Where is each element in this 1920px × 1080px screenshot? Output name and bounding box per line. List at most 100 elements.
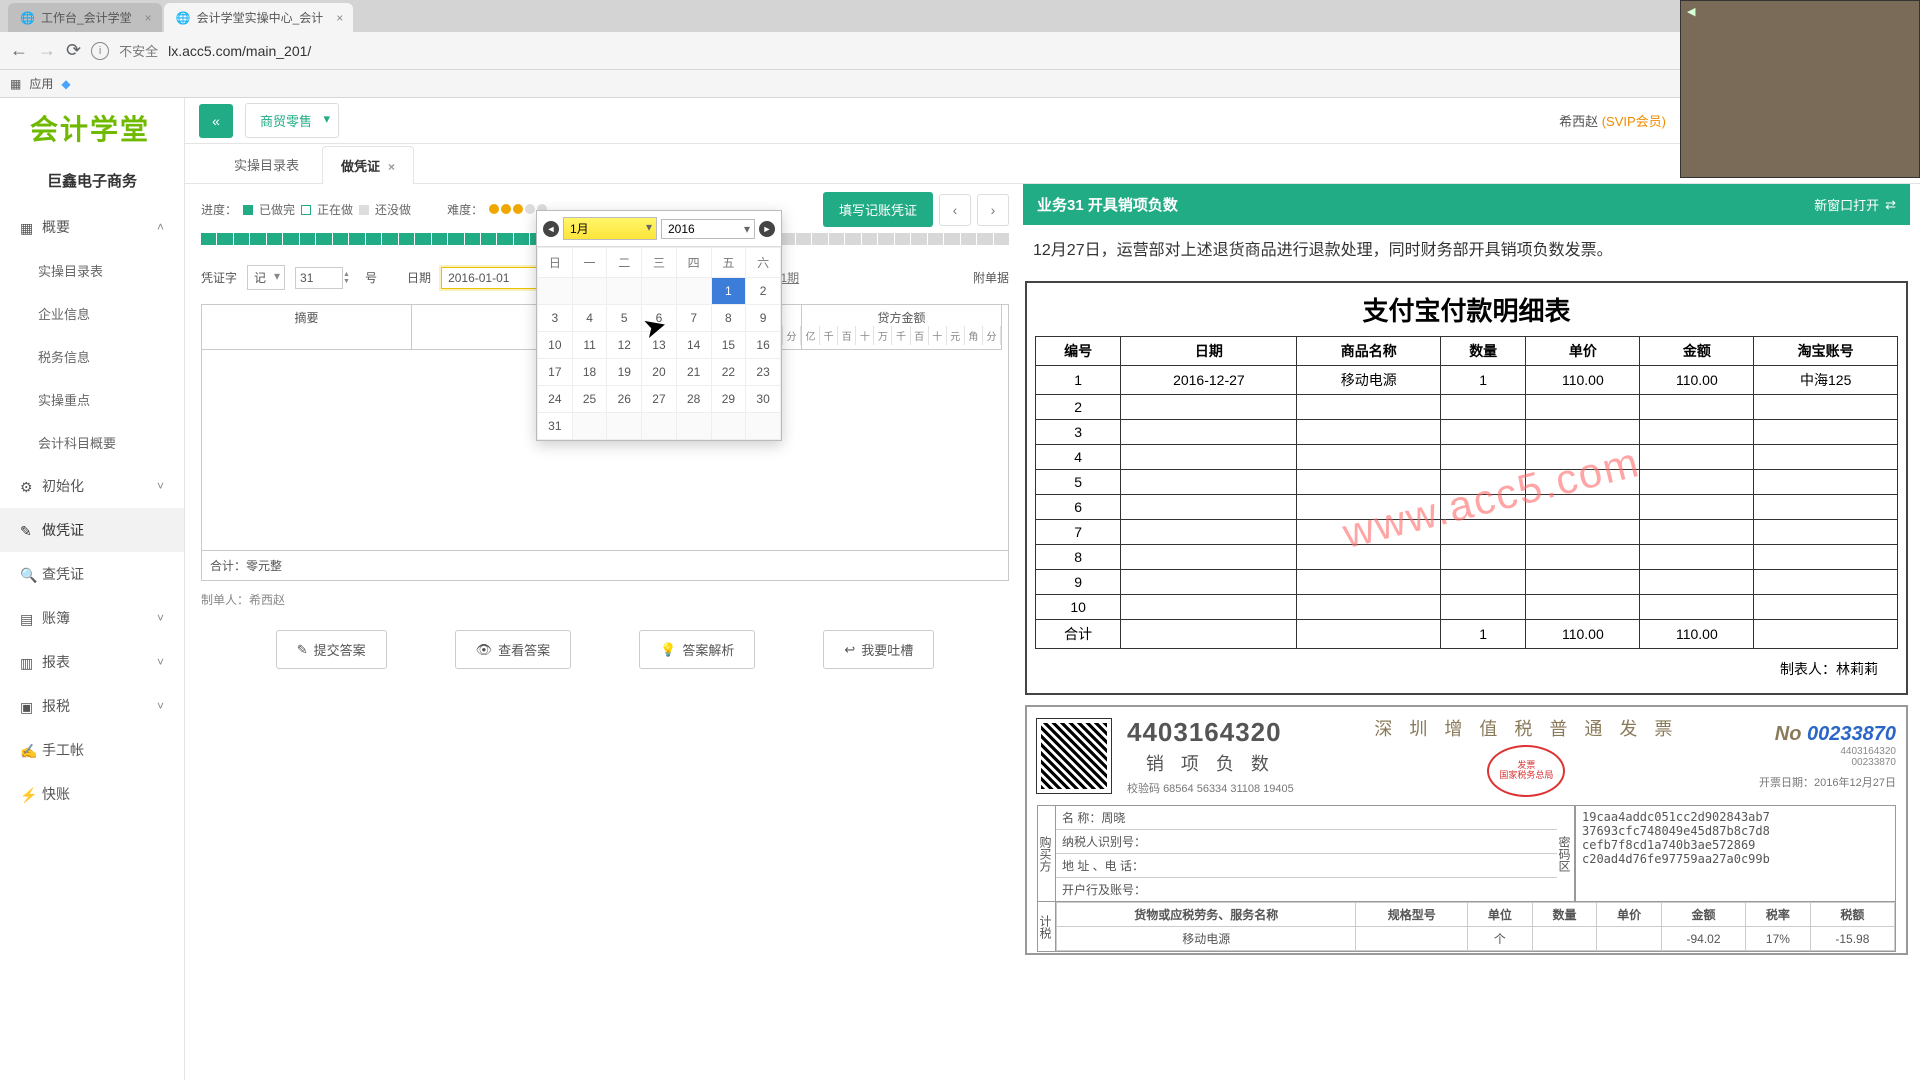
prev-button[interactable]: ‹ (939, 194, 971, 226)
calendar-day[interactable]: 3 (538, 305, 573, 332)
apps-icon[interactable]: ▦ (10, 77, 21, 91)
prefix-select[interactable]: 记 (247, 265, 285, 290)
calendar-day[interactable]: 17 (538, 359, 573, 386)
next-month-button[interactable]: ► (759, 221, 775, 237)
reload-icon[interactable]: ⟳ (66, 40, 81, 61)
tab-label: 做凭证 (341, 159, 380, 174)
task-pane: 业务31 开具销项负数 新窗口打开⇄ 12月27日，运营部对上述退货商品进行退款… (1023, 184, 1910, 1080)
tab-catalog[interactable]: 实操目录表 (215, 145, 318, 183)
eye-icon: 👁 (476, 642, 493, 658)
collapse-sidebar-button[interactable]: « (199, 104, 233, 138)
calendar-day[interactable]: 28 (676, 386, 711, 413)
calendar-day[interactable]: 5 (607, 305, 642, 332)
tab-practice[interactable]: 🌐 会计学堂实操中心_会计 × (164, 3, 354, 32)
alipay-table: 编号日期商品名称数量单价金额淘宝账号 12016-12-27移动电源1110.0… (1035, 336, 1898, 649)
calendar-day[interactable]: 11 (572, 332, 607, 359)
video-overlay[interactable]: ◀ (1680, 0, 1920, 178)
sidebar-item-ledger[interactable]: ▤账簿˅ (0, 596, 184, 640)
back-icon[interactable]: ← (10, 40, 28, 61)
tax-icon: ▣ (20, 699, 34, 713)
calendar-day[interactable]: 8 (711, 305, 746, 332)
voucher-number-input[interactable]: 31 (295, 267, 343, 289)
sidebar-item-tax-info[interactable]: 税务信息 (0, 335, 184, 378)
sidebar-item-quick[interactable]: ⚡快账 (0, 772, 184, 816)
invoice-check: 校验码 68564 56334 31108 19405 (1127, 780, 1294, 796)
calendar-day[interactable]: 2 (746, 278, 781, 305)
industry-dropdown[interactable]: 商贸零售 (245, 103, 339, 138)
close-icon[interactable]: × (145, 11, 152, 25)
tab-workbench[interactable]: 🌐 工作台_会计学堂 × (8, 3, 162, 32)
sidebar-item-catalog[interactable]: 实操目录表 (0, 249, 184, 292)
prefix-value: 记 (254, 271, 266, 285)
calendar-day[interactable]: 26 (607, 386, 642, 413)
calendar-day[interactable]: 4 (572, 305, 607, 332)
collapse-icon[interactable]: ◀ (1687, 5, 1695, 18)
sidebar-item-subjects[interactable]: 会计科目概要 (0, 421, 184, 464)
table-row: 合计1110.00110.00 (1036, 620, 1898, 649)
year-select[interactable]: 2016 (661, 219, 755, 239)
submit-answer-button[interactable]: ✎提交答案 (276, 630, 387, 669)
info-icon[interactable]: i (91, 42, 109, 60)
calendar-day[interactable]: 24 (538, 386, 573, 413)
month-select[interactable]: 1月 (563, 217, 657, 240)
pencil-icon: ✎ (20, 523, 34, 537)
close-icon[interactable]: × (336, 11, 343, 25)
prev-month-button[interactable]: ◄ (543, 221, 559, 237)
invoice: 4403164320 销 项 负 数 校验码 68564 56334 31108… (1025, 705, 1908, 955)
sidebar-item-make-voucher[interactable]: ✎做凭证 (0, 508, 184, 552)
analysis-button[interactable]: 💡答案解析 (639, 630, 755, 669)
feedback-button[interactable]: ↩我要吐槽 (823, 630, 934, 669)
logo-text: 会计学堂 (30, 108, 150, 148)
chevron-down-icon[interactable]: ▼ (343, 278, 355, 285)
open-new-window[interactable]: 新窗口打开⇄ (1814, 195, 1896, 214)
calendar-day[interactable]: 19 (607, 359, 642, 386)
url-text[interactable]: lx.acc5.com/main_201/ (168, 43, 1910, 59)
calendar-day[interactable]: 10 (538, 332, 573, 359)
external-icon: ⇄ (1885, 197, 1896, 213)
sidebar-item-report[interactable]: ▥报表˅ (0, 640, 184, 684)
url-bar: ← → ⟳ i 不安全 lx.acc5.com/main_201/ (0, 32, 1920, 70)
calendar-day[interactable]: 22 (711, 359, 746, 386)
table-row: 4 (1036, 445, 1898, 470)
search-icon: 🔍 (20, 567, 34, 581)
sidebar-item-search-voucher[interactable]: 🔍查凭证 (0, 552, 184, 596)
calendar-day[interactable]: 7 (676, 305, 711, 332)
tab-make-voucher[interactable]: 做凭证 × (322, 146, 414, 184)
calendar-day[interactable]: 31 (538, 413, 573, 440)
tab-label: 会计学堂实操中心_会计 (197, 9, 324, 26)
calendar-day[interactable]: 30 (746, 386, 781, 413)
sidebar-item-manual[interactable]: ✍手工帐 (0, 728, 184, 772)
calendar-day[interactable]: 29 (711, 386, 746, 413)
calendar-day[interactable]: 20 (642, 359, 677, 386)
sidebar-item-overview[interactable]: ▦ 概要 ˄ (0, 205, 184, 249)
calendar-day[interactable]: 1 (711, 278, 746, 305)
user-name: 希西赵 (1559, 114, 1598, 129)
fill-voucher-button[interactable]: 填写记账凭证 (823, 192, 933, 227)
task-header: 业务31 开具销项负数 新窗口打开⇄ (1023, 184, 1910, 225)
calendar-day[interactable]: 21 (676, 359, 711, 386)
apps-label[interactable]: 应用 (29, 75, 53, 92)
calendar-day[interactable]: 27 (642, 386, 677, 413)
calendar-day[interactable]: 12 (607, 332, 642, 359)
sidebar-item-tax[interactable]: ▣报税˅ (0, 684, 184, 728)
sidebar-item-keypoints[interactable]: 实操重点 (0, 378, 184, 421)
view-answer-button[interactable]: 👁查看答案 (455, 630, 572, 669)
user-vip: (SVIP会员) (1602, 114, 1666, 129)
voucher-number: 31 (300, 271, 313, 285)
sidebar-item-company-info[interactable]: 企业信息 (0, 292, 184, 335)
calendar-day[interactable]: 14 (676, 332, 711, 359)
bookmark-icon[interactable]: ◆ (61, 77, 70, 91)
chevron-up-icon[interactable]: ▲ (343, 271, 355, 278)
forward-icon[interactable]: → (38, 40, 56, 61)
calendar-day[interactable]: 23 (746, 359, 781, 386)
calendar-day[interactable]: 25 (572, 386, 607, 413)
calendar-day[interactable]: 16 (746, 332, 781, 359)
calendar-day[interactable]: 9 (746, 305, 781, 332)
next-button[interactable]: › (977, 194, 1009, 226)
calendar-day[interactable]: 18 (572, 359, 607, 386)
close-icon[interactable]: × (388, 160, 395, 174)
sidebar-item-init[interactable]: ⚙初始化˅ (0, 464, 184, 508)
table-row: 3 (1036, 420, 1898, 445)
number-spinner[interactable]: ▲▼ (343, 271, 355, 285)
calendar-day[interactable]: 15 (711, 332, 746, 359)
